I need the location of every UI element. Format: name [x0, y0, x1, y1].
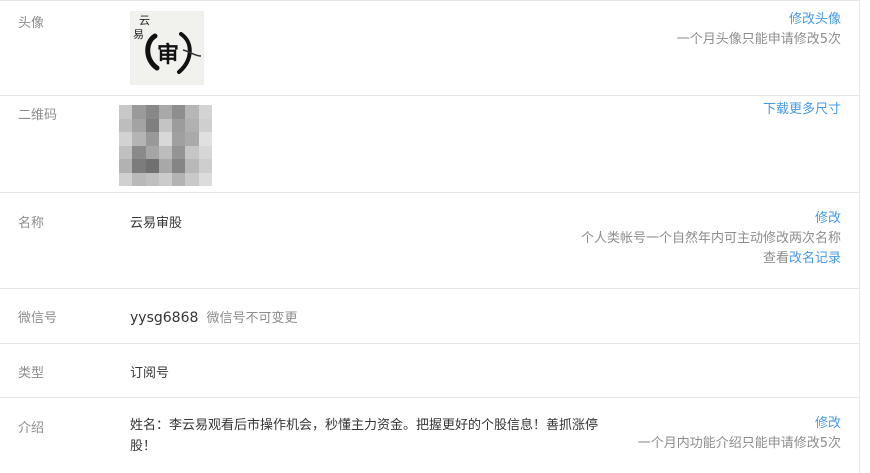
intro-ops: 修改 一个月内功能介绍只能申请修改5次	[638, 414, 841, 454]
wechat-id-value-wrap: yysg6868 微信号不可变更	[130, 307, 298, 326]
logo-char-top: 云	[139, 14, 150, 27]
wechat-id-row: 微信号 yysg6868 微信号不可变更	[0, 289, 859, 344]
avatar-hint: 一个月头像只能申请修改5次	[676, 32, 841, 47]
avatar-ops: 修改头像 一个月头像只能申请修改5次	[677, 10, 841, 50]
intro-row: 介绍 姓名：李云易观看后市操作机会，秒懂主力资金。把握更好的个股信息！善抓涨停股…	[0, 398, 859, 473]
qr-row: 二维码 下载更多尺寸	[0, 96, 859, 193]
name-label: 名称	[18, 216, 45, 231]
wechat-id-value: yysg6868	[130, 310, 199, 326]
avatar-image: 云 易 审	[130, 11, 204, 85]
calligraphy-logo: 云 易 审	[133, 14, 202, 74]
type-label: 类型	[18, 366, 45, 381]
type-row: 类型 订阅号	[0, 344, 859, 398]
download-sizes-link[interactable]: 下载更多尺寸	[763, 102, 841, 117]
name-row: 名称 云易审股 修改 个人类帐号一个自然年内可主动修改两次名称 查看改名记录	[0, 193, 859, 289]
wechat-id-label: 微信号	[18, 311, 58, 326]
edit-intro-link[interactable]: 修改	[815, 416, 841, 431]
account-name: 云易审股	[130, 216, 183, 231]
intro-label: 介绍	[18, 421, 45, 436]
avatar-row: 头像 云 易 审 修改头像 一个月头像只能申请修改5次	[0, 0, 859, 96]
avatar-label: 头像	[18, 16, 45, 31]
edit-name-link[interactable]: 修改	[815, 211, 841, 226]
change-avatar-link[interactable]: 修改头像	[789, 12, 841, 27]
qr-code-image	[119, 105, 212, 186]
account-info-panel: 头像 云 易 审 修改头像 一个月头像只能申请修改5次 二维码 下载更多尺寸 名…	[0, 0, 860, 473]
intro-text: 姓名：李云易观看后市操作机会，秒懂主力资金。把握更好的个股信息！善抓涨停股！	[130, 418, 599, 454]
name-ops: 修改 个人类帐号一个自然年内可主动修改两次名称 查看改名记录	[581, 209, 841, 269]
logo-char-side: 易	[133, 28, 144, 41]
intro-hint: 一个月内功能介绍只能申请修改5次	[637, 436, 841, 451]
wechat-id-note: 微信号不可变更	[206, 311, 298, 326]
qr-label: 二维码	[18, 108, 58, 123]
account-type: 订阅号	[130, 366, 170, 381]
name-record-prefix: 查看	[762, 251, 789, 266]
name-hint: 个人类帐号一个自然年内可主动修改两次名称	[580, 231, 841, 246]
logo-char-main: 审	[157, 42, 179, 68]
qr-ops: 下载更多尺寸	[763, 100, 841, 120]
rename-history-link[interactable]: 改名记录	[789, 251, 841, 266]
